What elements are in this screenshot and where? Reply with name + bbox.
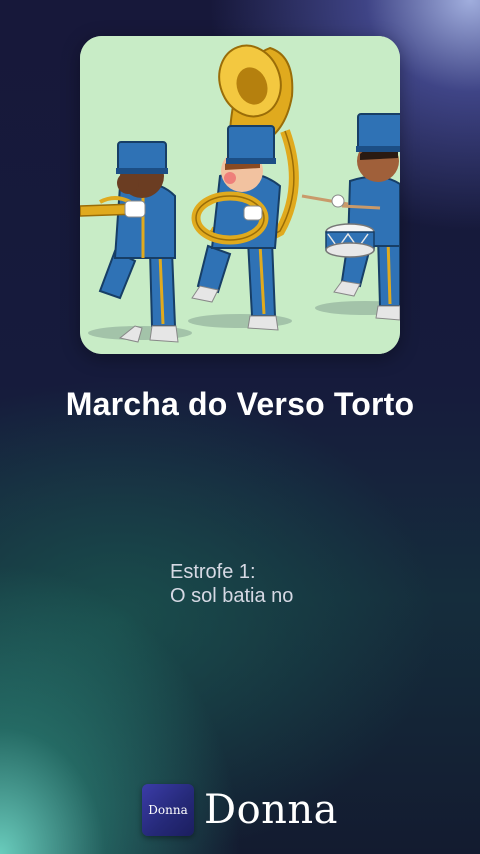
song-title: Marcha do Verso Torto [65,386,415,422]
lyrics-line: Estrofe 1: [170,561,256,583]
lyrics-display: Estrofe 1: O sol batia no [170,560,293,608]
brand-footer: Donna Donna [142,783,338,837]
brand-logo-icon: Donna [142,784,194,836]
album-artwork [80,36,400,354]
lyrics-line: O sol batia no [170,585,294,607]
brand-name: Donna [204,787,339,833]
marching-band-illustration [80,36,400,354]
